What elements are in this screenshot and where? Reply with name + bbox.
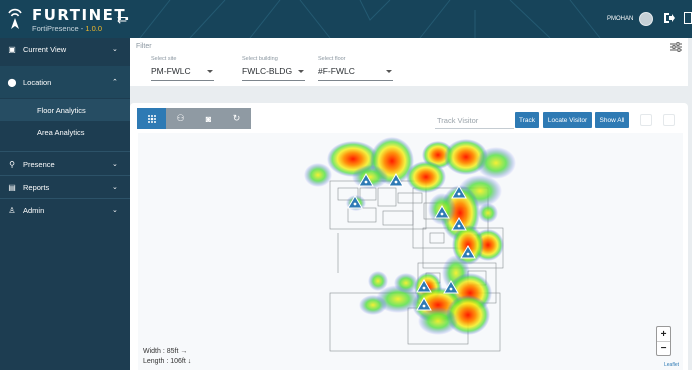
sidebar: ▣ Current View ⌄ ⬤ Location ⌃ Floor Anal… [0,38,130,370]
site-value: PM-FWLC [151,66,191,76]
camera-view-button[interactable]: ◙ [194,108,223,129]
sidebar-item-current-view[interactable]: ▣ Current View ⌄ [0,38,130,60]
sidebar-item-floor-analytics[interactable]: Floor Analytics [0,99,130,121]
zoom-out-button[interactable]: − [657,341,670,355]
menu-icon[interactable] [663,114,675,126]
header-decoration [139,0,601,38]
chevron-down-icon: ⌄ [112,207,118,214]
user-icon: ♙ [8,205,16,215]
track-button[interactable]: Track [515,112,539,128]
chevron-up-icon: ⌃ [112,79,118,86]
people-icon: ⚇ [176,113,185,123]
floor-caption: Select floor [318,56,346,62]
chevron-down-icon: ⌄ [112,161,118,168]
filter-settings-icon[interactable] [670,42,682,52]
building-value: FWLC-BLDG [242,66,293,76]
camera-icon: ◙ [205,113,212,124]
floor-map[interactable]: Width : 85ft → Length : 106ft ↓ + − Leaf… [138,133,683,370]
width-label: Width : 85ft → [143,348,188,355]
chevron-down-icon [207,70,213,73]
avatar[interactable] [639,12,653,26]
user-name[interactable]: PMOHAN [607,16,633,22]
sidebar-item-location[interactable]: ⬤ Location ⌃ [0,71,130,93]
refresh-icon: ↻ [232,113,241,123]
product-name: FortiPresence - 1.0.0 [32,24,103,33]
floor-value: #F-FWLC [318,66,355,76]
divider [0,151,130,152]
chevron-down-icon [386,70,392,73]
heatmap-icon [147,114,156,123]
heat-blobs [304,137,516,335]
chevron-down-icon [298,70,304,73]
brand: FURTINET. FortiPresence - 1.0.0 [0,0,130,38]
heatmap-overlay [304,137,516,352]
length-label: Length : 106ft ↓ [143,358,192,365]
track-visitor-input[interactable] [435,112,514,129]
location-pin-icon: ⬤ [7,77,17,87]
version-label: 1.0.0 [85,24,103,33]
monitor-icon: ▣ [8,44,16,54]
presence-icon: ⚲ [9,159,15,169]
heatmap-view-button[interactable] [137,108,166,129]
chevron-down-icon: ⌄ [112,46,118,53]
expand-icon[interactable] [640,114,652,126]
collapse-menu-icon[interactable]: ⇇ [117,12,127,26]
building-caption: Select building [242,56,278,62]
locate-visitor-button[interactable]: Locate Visitor [543,112,592,128]
sidebar-item-presence[interactable]: ⚲ Presence ⌄ [0,153,130,175]
zoom-in-button[interactable]: + [657,327,670,341]
filter-panel: Filter Select site PM-FWLC Select buildi… [130,38,688,86]
logout-icon[interactable] [663,12,677,26]
document-icon[interactable] [684,12,692,26]
fortipresence-logo [8,8,22,29]
map-dimensions: Width : 85ft → Length : 106ft ↓ [143,347,191,367]
sidebar-item-admin[interactable]: ♙ Admin ⌄ [0,199,130,221]
map-panel: ⚇ ◙ ↻ Track Locate Visitor Show All [130,103,688,370]
top-bar: FURTINET. FortiPresence - 1.0.0 ⇇ PMOHAN [0,0,692,38]
sidebar-item-reports[interactable]: ▤ Reports ⌄ [0,176,130,198]
site-caption: Select site [151,56,177,62]
sidebar-item-area-analytics[interactable]: Area Analytics [0,121,130,143]
refresh-button[interactable]: ↻ [222,108,251,129]
leaflet-attribution[interactable]: Leaflet [664,362,679,368]
chevron-down-icon: ⌄ [112,184,118,191]
filter-label: Filter [136,43,152,50]
reports-icon: ▤ [8,182,16,192]
zoom-control: + − [656,326,671,356]
show-all-button[interactable]: Show All [595,112,629,128]
visitors-view-button[interactable]: ⚇ [166,108,195,129]
